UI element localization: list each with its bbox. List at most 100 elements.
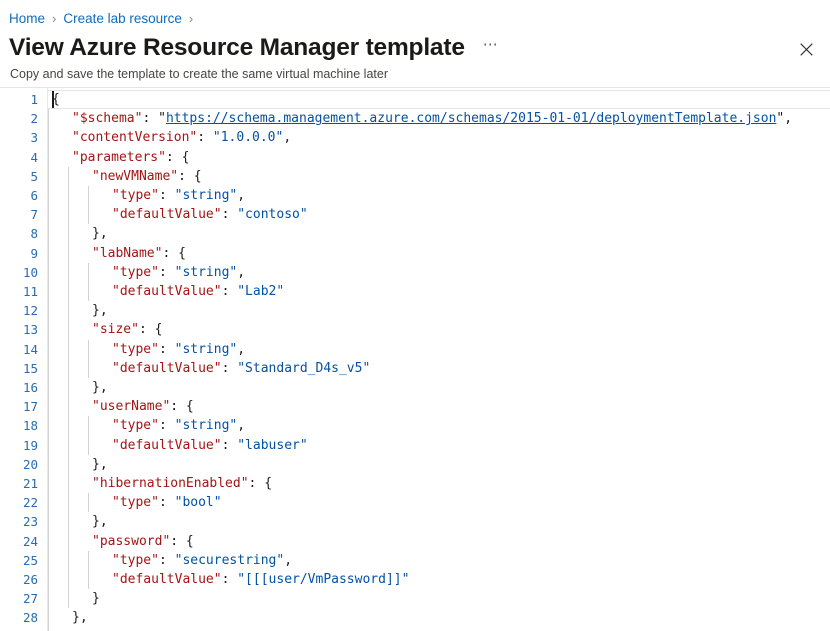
code-line[interactable]: 3"contentVersion": "1.0.0.0",	[0, 128, 830, 147]
code-token: :	[222, 572, 238, 587]
code-line[interactable]: 8},	[0, 224, 830, 243]
line-number: 25	[0, 551, 38, 570]
code-token: "size"	[92, 322, 139, 337]
code-token: "defaultValue"	[112, 284, 222, 299]
code-token: "hibernationEnabled"	[92, 476, 249, 491]
code-line[interactable]: 29 "variables": {	[0, 628, 830, 631]
code-token: "type"	[112, 418, 159, 433]
code-line[interactable]: 13 "size": {	[0, 320, 830, 339]
chevron-right-icon: ›	[52, 10, 56, 28]
code-token: }	[92, 591, 100, 606]
code-token: "defaultValue"	[112, 207, 222, 222]
code-line-content: "defaultValue": "Standard_D4s_v5"	[52, 359, 370, 378]
code-line[interactable]: 11"defaultValue": "Lab2"	[0, 282, 830, 301]
code-line-content: "labName": {	[52, 244, 186, 263]
code-line[interactable]: 6"type": "string",	[0, 186, 830, 205]
code-line-content: "newVMName": {	[52, 167, 202, 186]
title-row: View Azure Resource Manager template ⋯	[0, 28, 830, 63]
code-line[interactable]: 23},	[0, 512, 830, 531]
code-token: },	[92, 303, 108, 318]
line-number: 4	[0, 148, 38, 167]
page-subtitle: Copy and save the template to create the…	[0, 63, 830, 82]
line-number: 7	[0, 205, 38, 224]
line-number: 18	[0, 416, 38, 435]
code-token: ,	[284, 553, 292, 568]
breadcrumb-item-create-lab-resource[interactable]: Create lab resource	[63, 10, 182, 28]
code-line-content: },	[52, 455, 108, 474]
code-token: ,	[237, 265, 245, 280]
code-line-content: "hibernationEnabled": {	[52, 474, 272, 493]
code-line[interactable]: 17"userName": {	[0, 397, 830, 416]
code-line[interactable]: 7 "defaultValue": "contoso"	[0, 205, 830, 224]
code-line-content: "password": {	[52, 532, 194, 551]
code-line[interactable]: 14"type": "string",	[0, 340, 830, 359]
code-token: "labuser"	[237, 438, 307, 453]
code-line-content: "type": "string",	[52, 340, 245, 359]
code-line[interactable]: 21"hibernationEnabled": {	[0, 474, 830, 493]
code-token: :	[222, 438, 238, 453]
code-line-content: "type": "string",	[52, 416, 245, 435]
line-number: 24	[0, 532, 38, 551]
code-token: : {	[249, 476, 272, 491]
breadcrumb: Home › Create lab resource ›	[0, 0, 830, 28]
code-token: : {	[139, 322, 162, 337]
code-line-content: "type": "securestring",	[52, 551, 292, 570]
line-number: 26	[0, 570, 38, 589]
code-line[interactable]: 18 "type": "string",	[0, 416, 830, 435]
code-line[interactable]: 5"newVMName": {	[0, 167, 830, 186]
code-token: "defaultValue"	[112, 361, 222, 376]
code-token: "newVMName"	[92, 169, 178, 184]
code-token: : {	[170, 534, 193, 549]
code-token: "bool"	[175, 495, 222, 510]
code-line[interactable]: 20},	[0, 455, 830, 474]
code-token: "parameters"	[72, 150, 166, 165]
line-number: 13	[0, 320, 38, 339]
code-line[interactable]: 12},	[0, 301, 830, 320]
code-token: ,	[237, 188, 245, 203]
line-number: 15	[0, 359, 38, 378]
arm-template-code-editor[interactable]: 1{2"$schema": "https://schema.management…	[0, 88, 830, 631]
breadcrumb-item-home[interactable]: Home	[9, 10, 45, 28]
code-line[interactable]: 10"type": "string",	[0, 263, 830, 282]
code-line[interactable]: 27}	[0, 589, 830, 608]
code-token: :	[222, 207, 238, 222]
code-line-content: "defaultValue": "contoso"	[52, 205, 308, 224]
code-line-content: },	[52, 224, 108, 243]
line-number: 16	[0, 378, 38, 397]
code-line-content: "userName": {	[52, 397, 194, 416]
code-line[interactable]: 1{	[0, 90, 830, 109]
code-token: ,	[283, 130, 291, 145]
schema-url-link[interactable]: https://schema.management.azure.com/sche…	[166, 111, 776, 126]
code-line-content: "parameters": {	[52, 148, 189, 167]
code-line-content: "variables": {	[52, 628, 182, 631]
code-line[interactable]: 2"$schema": "https://schema.management.a…	[0, 109, 830, 128]
close-icon	[800, 43, 813, 56]
code-line[interactable]: 22"type": "bool"	[0, 493, 830, 512]
code-line[interactable]: 25 "type": "securestring",	[0, 551, 830, 570]
code-line-content: "defaultValue": "Lab2"	[52, 282, 284, 301]
close-button[interactable]	[790, 33, 822, 65]
code-line-content: },	[52, 301, 108, 320]
line-number: 29	[0, 628, 38, 631]
code-line[interactable]: 19"defaultValue": "labuser"	[0, 436, 830, 455]
line-number: 6	[0, 186, 38, 205]
code-token: "contoso"	[237, 207, 307, 222]
line-number: 27	[0, 589, 38, 608]
line-number: 23	[0, 512, 38, 531]
code-token: "string"	[175, 418, 238, 433]
code-line-content: "defaultValue": "[[[user/VmPassword]]"	[52, 570, 409, 589]
code-line[interactable]: 26 "defaultValue": "[[[user/VmPassword]]"	[0, 570, 830, 589]
code-line[interactable]: 28},	[0, 608, 830, 627]
code-line[interactable]: 9"labName": {	[0, 244, 830, 263]
code-token: "userName"	[92, 399, 170, 414]
code-line[interactable]: 4 "parameters": {	[0, 148, 830, 167]
code-token: },	[72, 610, 88, 625]
code-token: "Standard_D4s_v5"	[237, 361, 370, 376]
code-line[interactable]: 15 "defaultValue": "Standard_D4s_v5"	[0, 359, 830, 378]
more-options-icon[interactable]: ⋯	[477, 36, 505, 60]
code-token: ,	[784, 111, 792, 126]
code-line[interactable]: 16},	[0, 378, 830, 397]
code-token: :	[159, 553, 175, 568]
code-token: : {	[178, 169, 201, 184]
code-line[interactable]: 24 "password": {	[0, 532, 830, 551]
